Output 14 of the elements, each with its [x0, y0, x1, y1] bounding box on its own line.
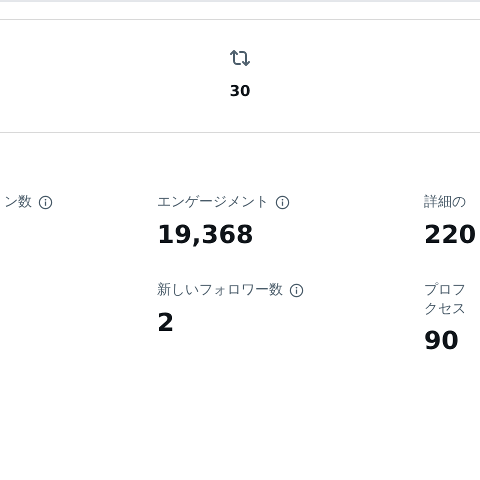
- metric-label: プロフ クセス: [424, 281, 466, 319]
- info-icon[interactable]: [38, 195, 53, 210]
- metric-label: 新しいフォロワー数: [157, 281, 283, 300]
- repost-count: 30: [230, 81, 250, 102]
- metric-value: 19,368: [157, 219, 254, 251]
- metric-value: 2: [157, 307, 176, 339]
- metric-value: 220: [424, 219, 478, 251]
- metric-label: 詳細の: [424, 193, 466, 212]
- info-icon[interactable]: [289, 283, 304, 298]
- metric-value: 90: [424, 325, 460, 357]
- metric-label: エンゲージメント: [157, 193, 269, 212]
- info-icon[interactable]: [275, 195, 290, 210]
- repost-icon[interactable]: [229, 48, 251, 68]
- metric-label: ン数: [4, 193, 32, 212]
